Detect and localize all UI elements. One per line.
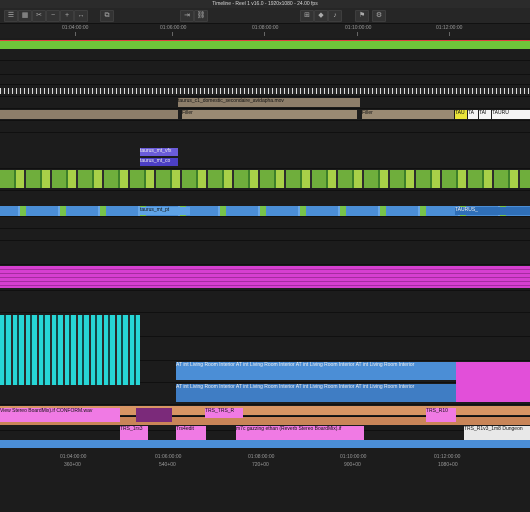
list-icon[interactable]: ☰ <box>4 10 18 22</box>
clip-trs[interactable]: TRS_R10 <box>426 408 456 422</box>
link-icon[interactable]: ⛓ <box>194 10 208 22</box>
clip-audio-dark[interactable] <box>136 408 172 422</box>
timeline-ruler-bottom[interactable]: 01:04:00:00 01:06:00:00 01:08:00:00 01:1… <box>0 452 530 512</box>
clip-green-track[interactable] <box>0 170 530 188</box>
flag-icon[interactable]: ⚑ <box>355 10 369 22</box>
ruler-timecode: 01:10:00:00 <box>340 454 367 460</box>
clip-name-top[interactable]: taurus_c1_domestic_secondaire_avidapha.m… <box>178 98 360 107</box>
ruler-label: 01:04:00:00 <box>62 25 89 31</box>
split-icon[interactable]: ⧉ <box>100 10 114 22</box>
clip-magenta-track[interactable] <box>0 266 530 288</box>
clip-blue-bottom[interactable] <box>0 440 530 448</box>
clip-gazing[interactable]: m7c gazzing ethan (Reverb Stereo BoardMi… <box>236 426 364 440</box>
zoom-out-icon[interactable]: − <box>46 10 60 22</box>
timeline-ruler-top[interactable]: 01:04:00:00 01:06:00:00 01:08:00:00 01:1… <box>0 24 530 38</box>
clip-taurus-mt[interactable]: taurus_mt_co <box>140 158 178 166</box>
clip-tau[interactable]: TAI <box>479 110 491 119</box>
ruler-timecode: 01:12:00:00 <box>434 454 461 460</box>
clip-taurus-mt[interactable]: taurus_mt_vfx <box>140 148 178 156</box>
clip-magenta-right[interactable] <box>456 362 530 402</box>
clip-filler[interactable]: Filler <box>182 110 357 119</box>
ruler-label: 01:06:00:00 <box>160 25 187 31</box>
clip-taurus-mt[interactable]: taurus_mt_pt <box>140 207 190 215</box>
clip-tau[interactable]: TAURU <box>492 110 530 119</box>
clip-trs[interactable]: Trs4edit <box>176 426 206 440</box>
in-out-line <box>0 40 530 41</box>
clip-video-track[interactable] <box>0 206 530 216</box>
clip-trs[interactable]: TRS_TRS_R <box>205 408 243 418</box>
snap-icon[interactable]: ⊞ <box>300 10 314 22</box>
clip-trs-right[interactable]: TRS_R1v3_1m8 Dungeon <box>464 426 530 440</box>
clip-living-room[interactable]: AT int Living Room Interior AT int Livin… <box>176 384 456 402</box>
render-status-bar <box>0 40 530 49</box>
ruler-timecode: 01:04:00:00 <box>60 454 87 460</box>
zoom-in-icon[interactable]: + <box>60 10 74 22</box>
audio-icon[interactable]: ♪ <box>328 10 342 22</box>
marker-icon[interactable]: ◆ <box>314 10 328 22</box>
timeline-tracks[interactable]: taurus_c1_domestic_secondaire_avidapha.m… <box>0 50 530 440</box>
ruler-timecode: 01:08:00:00 <box>248 454 275 460</box>
clip-strip[interactable] <box>0 88 530 94</box>
ruler-frames: 720+00 <box>252 462 269 468</box>
ruler-timecode: 01:06:00:00 <box>155 454 182 460</box>
window-title: Timeline - Reel 1 v16.0 - 1920x1080 - 24… <box>0 0 530 8</box>
clip-view-stereo[interactable]: View Stereo BoardMix).if CONFORM.wav <box>0 408 120 422</box>
ruler-frames: 1080+00 <box>438 462 458 468</box>
ruler-label: 01:12:00:00 <box>436 25 463 31</box>
settings-icon[interactable]: ⚙ <box>372 10 386 22</box>
clip-audio-cyan[interactable] <box>0 315 140 385</box>
clip-tau[interactable]: TAU <box>455 110 467 119</box>
ruler-frames: 900+00 <box>344 462 361 468</box>
ruler-frames: 540+00 <box>159 462 176 468</box>
ruler-label: 01:08:00:00 <box>252 25 279 31</box>
clip-tau[interactable]: TA <box>468 110 478 119</box>
clip-filler[interactable]: Filler <box>362 110 454 119</box>
grid-icon[interactable]: ▦ <box>18 10 32 22</box>
toolbar: ☰ ▦ ✂ − + ↔ ⧉ ⇥ ⛓ ⊞ ◆ ♪ ⚑ ⚙ <box>0 8 530 24</box>
trim-icon[interactable]: ⇥ <box>180 10 194 22</box>
ruler-label: 01:10:00:00 <box>345 25 372 31</box>
clip-living-room[interactable]: AT int Living Room Interior AT int Livin… <box>176 362 456 380</box>
clip-filler-left[interactable] <box>0 110 178 119</box>
ruler-frames: 360+00 <box>64 462 81 468</box>
clip-icon[interactable]: ✂ <box>32 10 46 22</box>
clip-taurus-right[interactable]: TAURUS_ <box>455 207 530 215</box>
fit-icon[interactable]: ↔ <box>74 10 88 22</box>
clip-trs[interactable]: TRS_1rs3 <box>120 426 148 440</box>
